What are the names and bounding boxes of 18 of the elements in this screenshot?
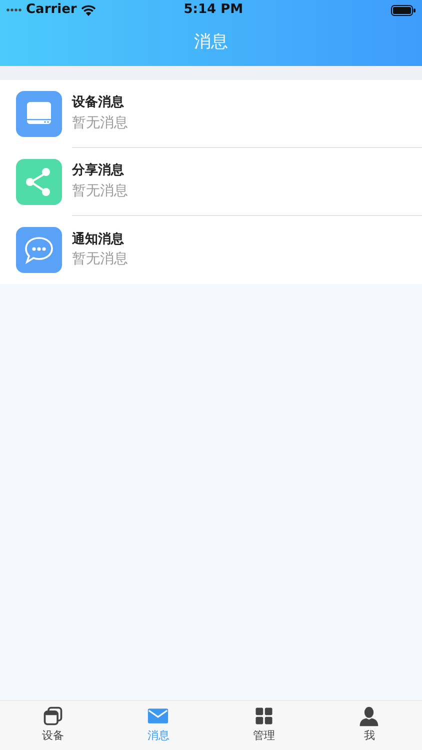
wifi-icon — [80, 4, 96, 16]
windows-icon — [42, 705, 64, 727]
battery-icon — [391, 4, 416, 16]
message-status: 暂无消息 — [72, 182, 129, 201]
clock-time: 5:14 PM — [184, 1, 244, 20]
message-title[interactable]: 通知消息 — [72, 230, 422, 250]
person-icon — [358, 705, 380, 727]
grid-icon — [252, 705, 275, 727]
tab-button[interactable]: 管理 — [244, 701, 283, 744]
message-status: 暂无消息 — [72, 114, 129, 133]
tab-button[interactable]: 设备 — [34, 701, 72, 744]
page-title: 消息 — [194, 31, 228, 54]
signal-icon — [6, 8, 22, 12]
message-title[interactable]: 分享消息 — [72, 161, 422, 181]
carrier-label: Carrier — [26, 1, 77, 20]
message-status: 暂无消息 — [72, 250, 129, 270]
message-title[interactable]: 设备消息 — [72, 93, 422, 113]
tab-button[interactable]: 我 — [350, 701, 388, 744]
